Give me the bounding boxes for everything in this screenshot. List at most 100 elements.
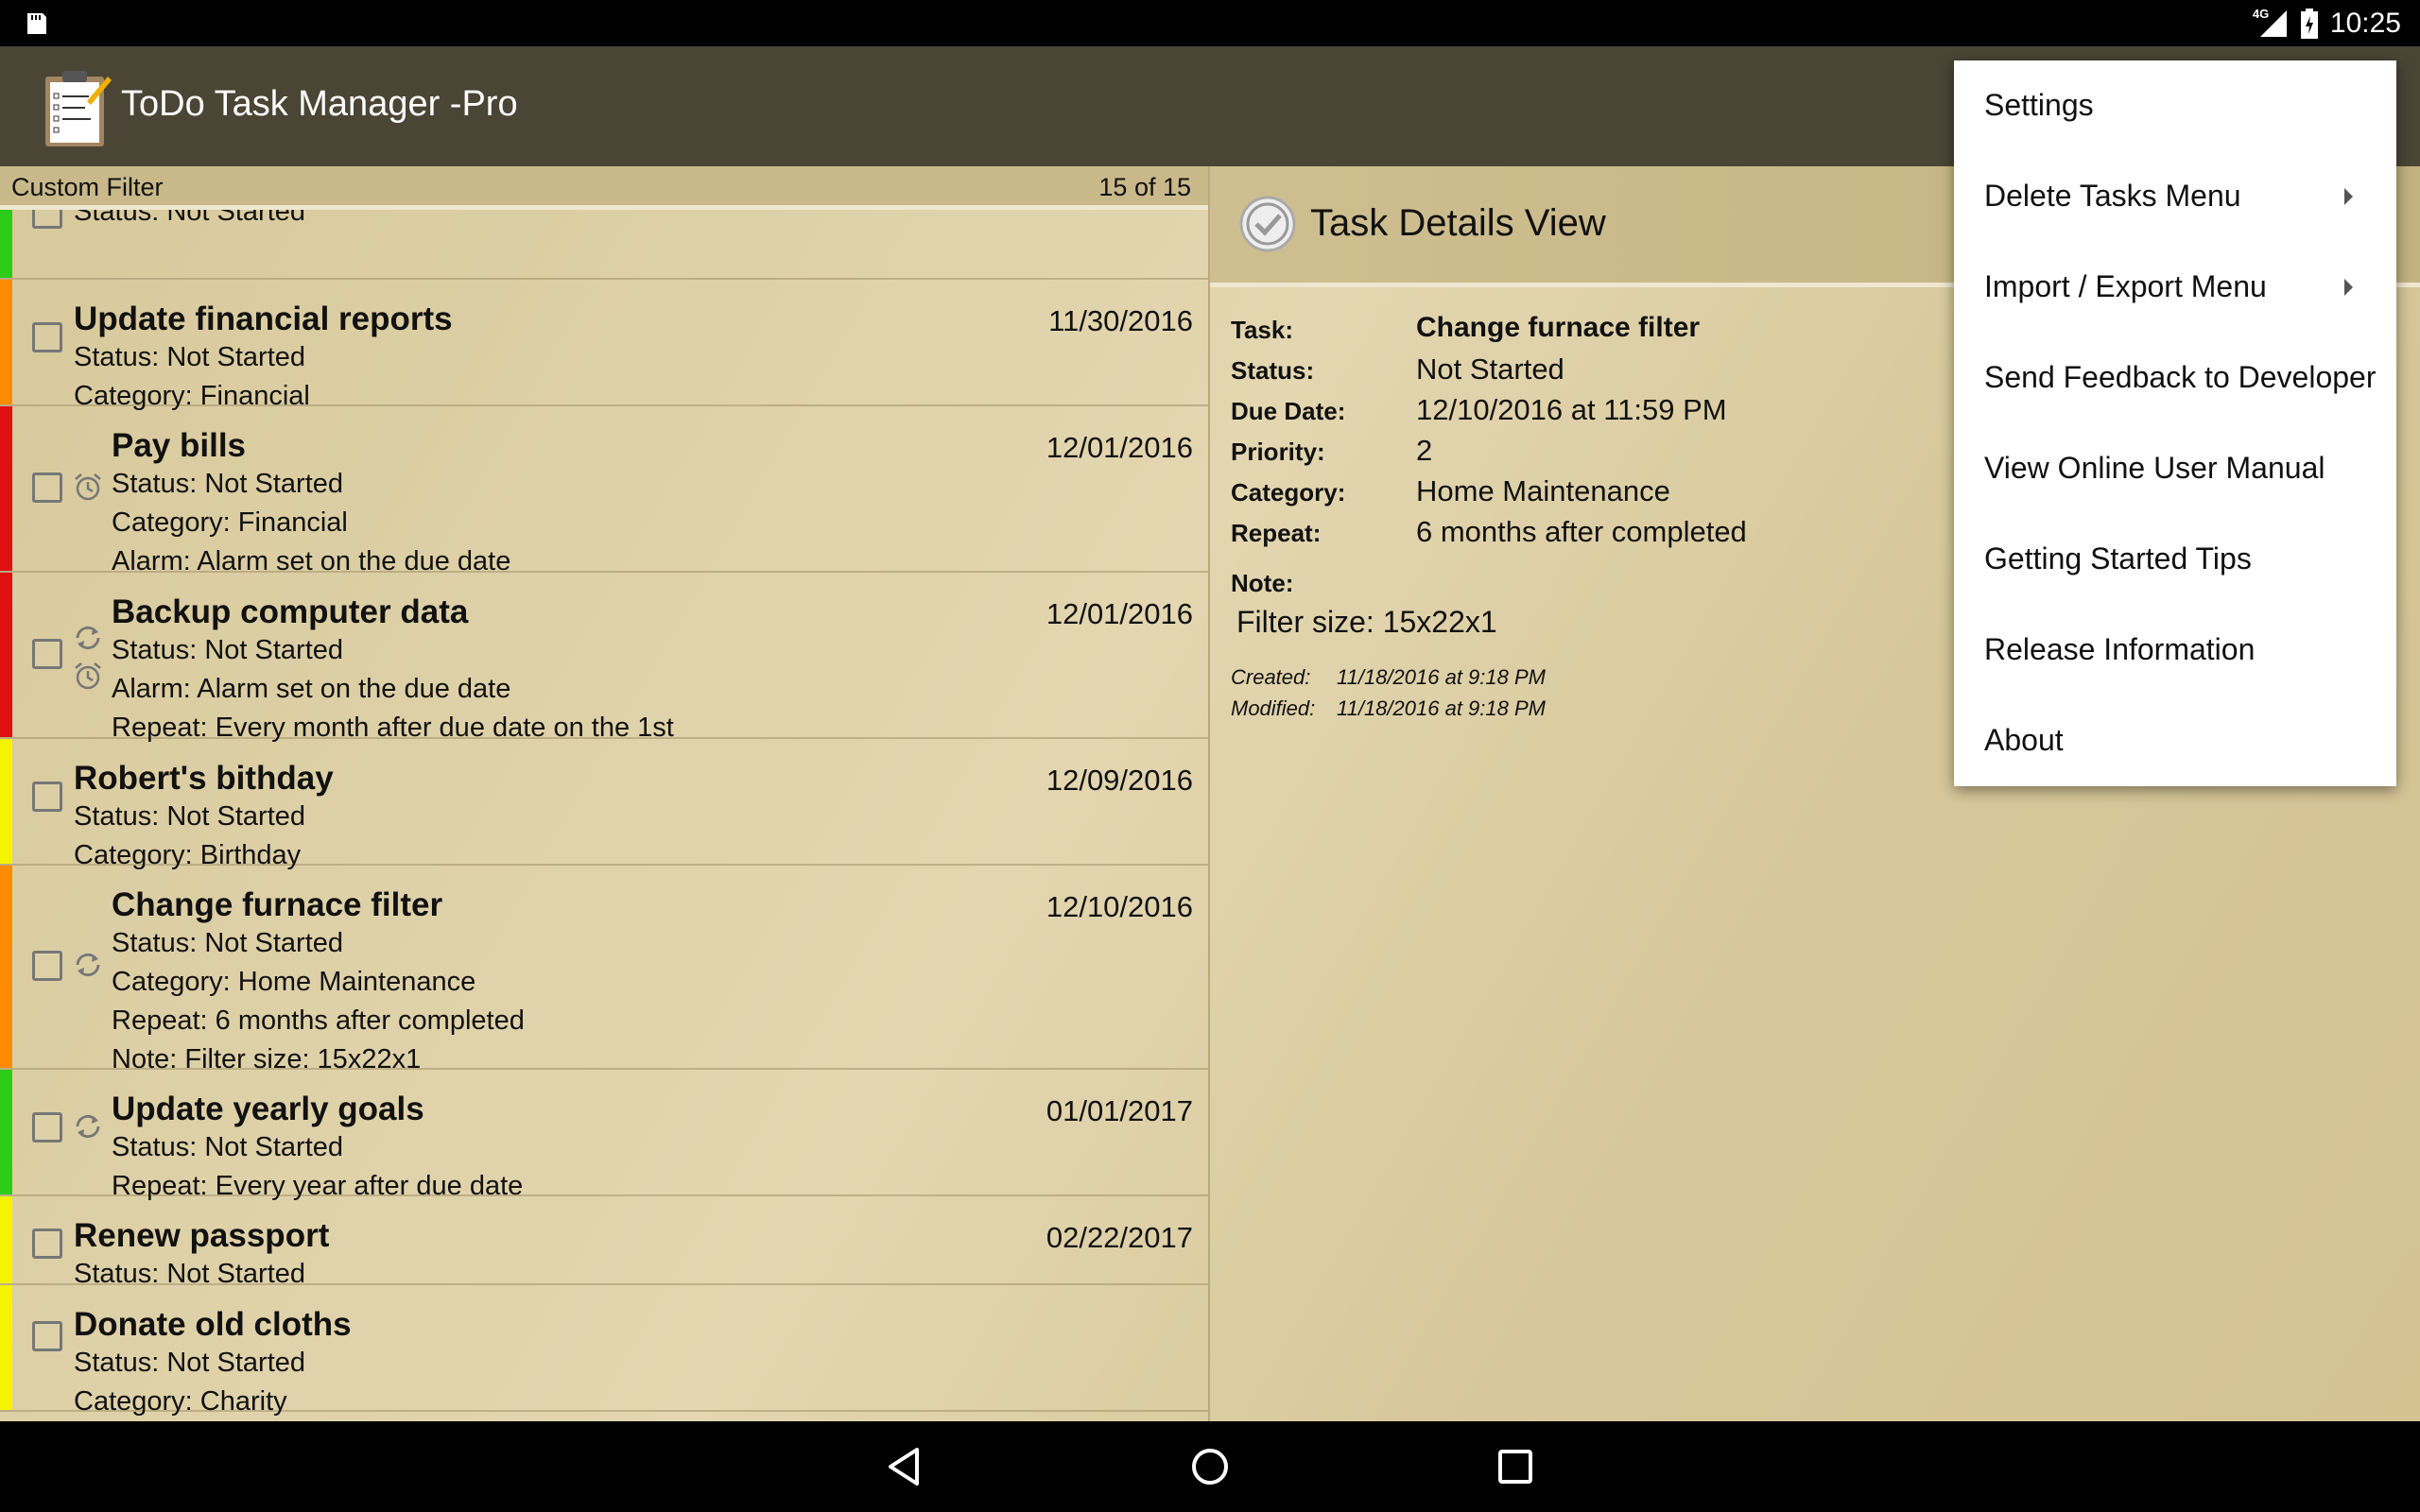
detail-field-label: Priority:	[1231, 438, 1325, 466]
detail-field-label: Due Date:	[1231, 397, 1346, 425]
status-bar: 4G 10:25	[0, 0, 2420, 46]
menu-item-delete-tasks-menu[interactable]: Delete Tasks Menu	[1954, 151, 2396, 242]
task-checkbox[interactable]	[32, 472, 62, 503]
task-row[interactable]: Donate old cloths Status: Not Started Cate…	[0, 1285, 1208, 1417]
alarm-icon	[72, 471, 104, 503]
filter-bar[interactable]: Custom Filter 15 of 15	[0, 166, 1208, 210]
detail-field-value: Home Maintenance	[1416, 474, 1670, 507]
repeat-icon	[72, 622, 104, 654]
check-circle-icon	[1239, 196, 1296, 252]
menu-item-view-online-user-manual[interactable]: View Online User Manual	[1954, 423, 2396, 514]
task-detail-line: Alarm: Alarm set on the due date	[112, 674, 511, 704]
task-checkbox[interactable]	[32, 322, 62, 352]
task-title: Pay bills	[112, 427, 247, 464]
task-due-date: 02/22/2017	[1046, 1221, 1193, 1254]
menu-item-label: About	[1984, 723, 2064, 757]
task-row[interactable]: Robert's bithday Status: Not Started Categ…	[0, 739, 1208, 870]
task-detail-line: Repeat: 6 months after completed	[112, 1005, 525, 1036]
task-title: Renew passport	[74, 1217, 330, 1254]
task-due-date: 12/01/2016	[1046, 597, 1193, 630]
task-title: Robert's bithday	[74, 760, 334, 797]
details-title: Task Details View	[1310, 202, 1606, 244]
menu-item-send-feedback-to-developer[interactable]: Send Feedback to Developer	[1954, 333, 2396, 423]
task-count: 15 of 15	[1098, 173, 1191, 201]
task-detail-line: Category: Home Maintenance	[112, 967, 476, 997]
submenu-arrow-icon	[2344, 188, 2353, 205]
task-checkbox[interactable]	[32, 1321, 62, 1351]
menu-item-label: Getting Started Tips	[1984, 541, 2252, 576]
detail-field-value: 6 months after completed	[1416, 515, 1747, 548]
priority-indicator	[0, 573, 12, 737]
priority-indicator	[0, 1285, 12, 1410]
task-row[interactable]: Change furnace filter Status: Not Started…	[0, 866, 1208, 1074]
task-detail-line: Status: Not Started	[74, 801, 306, 832]
task-checkbox[interactable]	[32, 639, 62, 669]
menu-item-label: Delete Tasks Menu	[1984, 179, 2241, 213]
detail-field-value: 2	[1416, 434, 1433, 467]
detail-field-value: 12/10/2016 at 11:59 PM	[1416, 393, 1727, 426]
task-detail-line: Status: Not Started	[112, 469, 344, 499]
note-value: Filter size: 15x22x1	[1236, 605, 1497, 639]
task-due-date: 12/10/2016	[1046, 890, 1193, 923]
home-icon[interactable]	[1184, 1440, 1236, 1493]
app-logo-icon[interactable]	[42, 67, 113, 148]
task-title: Update financial reports	[74, 301, 453, 337]
task-row[interactable]: Pay bills Status: Not Started Category: Fi…	[0, 406, 1208, 576]
priority-indicator	[0, 1070, 12, 1194]
modified-value: 11/18/2016 at 9:18 PM	[1337, 696, 1546, 720]
back-icon[interactable]	[879, 1440, 932, 1493]
menu-item-label: Settings	[1984, 88, 2094, 122]
created-label: Created:	[1231, 665, 1311, 689]
task-due-date: 12/01/2016	[1046, 431, 1193, 464]
menu-item-label: View Online User Manual	[1984, 451, 2325, 485]
created-info: Created: 11/18/2016 at 9:18 PM	[1231, 665, 1546, 690]
recents-icon[interactable]	[1489, 1440, 1542, 1493]
priority-indicator	[0, 739, 12, 864]
created-value: 11/18/2016 at 9:18 PM	[1337, 665, 1546, 689]
task-row[interactable]: Update yearly goals Status: Not Started Re…	[0, 1070, 1208, 1201]
menu-item-label: Send Feedback to Developer	[1984, 360, 2377, 394]
detail-field-value: Not Started	[1416, 352, 1564, 386]
menu-item-getting-started-tips[interactable]: Getting Started Tips	[1954, 514, 2396, 605]
menu-item-about[interactable]: About	[1954, 696, 2396, 786]
task-detail-line: Status: Not Started	[112, 1132, 344, 1162]
task-detail-line: Status: Not Started	[112, 928, 344, 958]
menu-item-label: Release Information	[1984, 632, 2256, 666]
task-row[interactable]: Update financial reports Status: Not Star…	[0, 280, 1208, 411]
task-title: Donate old cloths	[74, 1306, 352, 1343]
navigation-bar	[0, 1421, 2420, 1512]
task-row[interactable]: Backup computer data Status: Not Started A…	[0, 573, 1208, 743]
sd-card-icon	[27, 13, 46, 34]
task-checkbox[interactable]	[32, 951, 62, 981]
task-detail-line: Category: Charity	[74, 1386, 287, 1417]
task-checkbox[interactable]	[32, 1112, 62, 1143]
task-checkbox[interactable]	[32, 782, 62, 812]
task-title: Change furnace filter	[112, 886, 443, 923]
repeat-icon	[72, 949, 104, 981]
priority-indicator	[0, 866, 12, 1068]
menu-item-release-information[interactable]: Release Information	[1954, 605, 2396, 696]
detail-field-value: Change furnace filter	[1416, 312, 1701, 343]
task-title: Backup computer data	[112, 593, 469, 630]
task-checkbox[interactable]	[32, 1228, 62, 1259]
clock: 10:25	[2329, 8, 2401, 39]
detail-field-label: Repeat:	[1231, 519, 1322, 547]
detail-field-label: Category:	[1231, 478, 1346, 507]
detail-field-label: Status:	[1231, 356, 1315, 385]
priority-indicator	[0, 280, 12, 404]
task-detail-line: Category: Financial	[112, 507, 348, 538]
modified-info: Modified: 11/18/2016 at 9:18 PM	[1231, 696, 1546, 721]
modified-label: Modified:	[1231, 696, 1316, 720]
repeat-icon	[72, 1110, 104, 1143]
menu-item-settings[interactable]: Settings	[1954, 60, 2396, 151]
menu-item-import-export-menu[interactable]: Import / Export Menu	[1954, 242, 2396, 333]
overflow-menu: Settings Delete Tasks Menu Import / Export…	[1954, 60, 2396, 786]
alarm-icon	[72, 660, 104, 692]
filter-label: Custom Filter	[11, 173, 164, 201]
task-due-date: 12/09/2016	[1046, 764, 1193, 797]
task-row[interactable]: Renew passport Status: Not Started 02/22/2…	[0, 1196, 1208, 1289]
note-label: Note:	[1231, 569, 1294, 597]
task-title: Update yearly goals	[112, 1091, 424, 1127]
task-detail-line: Status: Not Started	[74, 1348, 306, 1378]
cell-signal-icon: 4G	[2253, 7, 2289, 39]
